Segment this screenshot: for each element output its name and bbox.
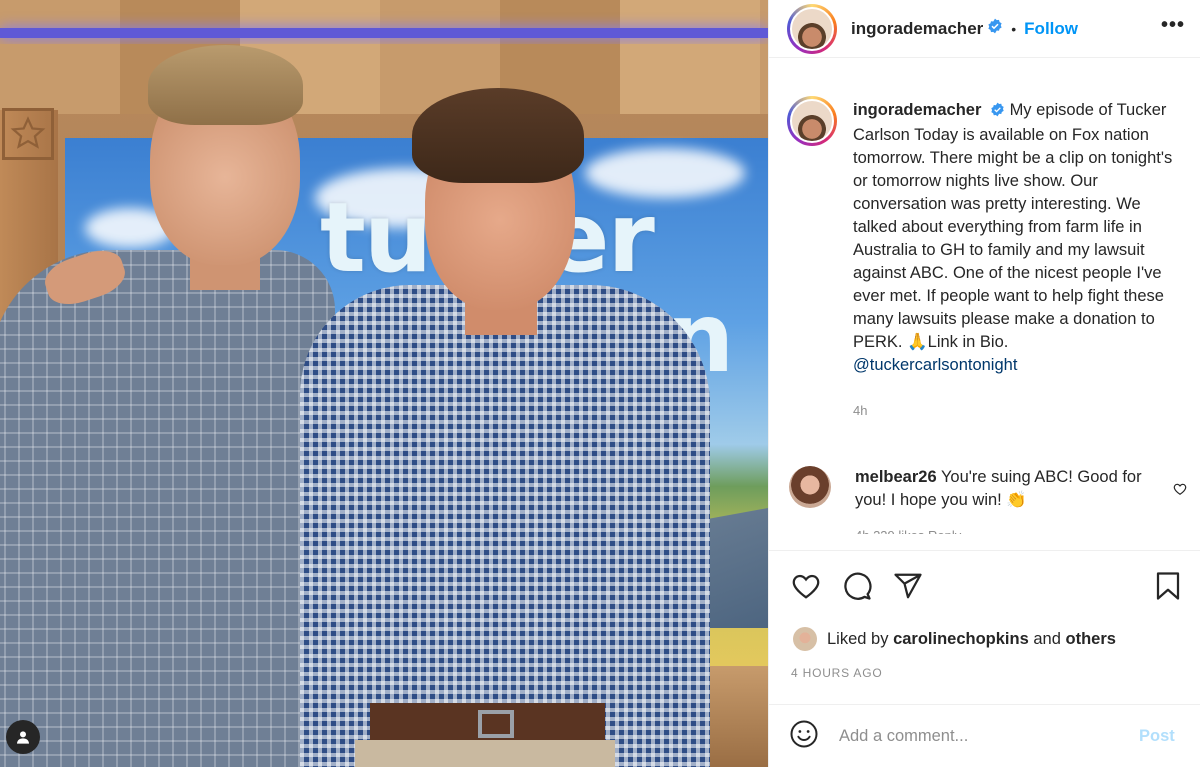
author-avatar[interactable] <box>787 3 837 54</box>
liked-by-user[interactable]: carolinechopkins <box>893 630 1029 649</box>
share-icon[interactable] <box>893 571 923 606</box>
pants <box>355 740 615 767</box>
wood-wall <box>0 44 768 114</box>
caption-text: My episode of Tucker Carlson Today is av… <box>853 101 1173 351</box>
verified-badge-icon <box>990 101 1005 124</box>
liked-by-row: Liked by carolinechopkins and others <box>793 627 1116 651</box>
ellipsis-icon[interactable]: ••• <box>1161 15 1185 35</box>
person-left-hair <box>148 45 303 125</box>
bookmark-icon[interactable] <box>1153 571 1183 606</box>
caption-timestamp[interactable]: 4h <box>853 399 1189 422</box>
like-comment-icon[interactable] <box>1173 482 1187 501</box>
heart-icon[interactable] <box>791 571 821 606</box>
commenter-avatar[interactable] <box>789 466 831 508</box>
caption-mention-link[interactable]: @tuckercarlsontonight <box>853 356 1017 374</box>
star-emblem-icon <box>2 108 54 160</box>
post-comment-button[interactable]: Post <box>1139 727 1175 746</box>
liked-by-others[interactable]: others <box>1066 630 1116 649</box>
person-right-shirt <box>300 285 710 767</box>
caption-avatar[interactable] <box>787 96 837 146</box>
add-comment-bar: Post <box>769 704 1200 767</box>
liked-by-and: and <box>1033 629 1061 648</box>
person-right-hair <box>412 88 584 183</box>
follow-button[interactable]: Follow <box>1024 19 1078 39</box>
comment-meta[interactable]: 4h 239 likes Reply <box>855 524 1155 534</box>
liked-by-prefix: Liked by <box>827 629 889 648</box>
comment-icon[interactable] <box>842 571 872 606</box>
liker-avatar[interactable] <box>793 627 817 651</box>
caption-body: ingorademacher My episode of Tucker Carl… <box>853 99 1189 422</box>
neon-light-strip <box>0 28 768 38</box>
caption-username[interactable]: ingorademacher <box>853 101 981 119</box>
comment-body: melbear26 You're suing ABC! Good for you… <box>855 466 1155 534</box>
commenter-username[interactable]: melbear26 <box>855 468 937 486</box>
belt-buckle <box>478 710 514 738</box>
post-side-panel: ingorademacher • Follow ••• ingorademach… <box>768 0 1200 767</box>
add-comment-input[interactable] <box>839 726 1129 746</box>
post-header: ingorademacher • Follow ••• <box>769 0 1200 58</box>
person-left-shirt <box>0 250 335 767</box>
verified-badge-icon <box>987 18 1003 39</box>
user-tag-icon[interactable] <box>6 720 40 754</box>
emoji-icon[interactable] <box>789 719 819 754</box>
post-photo[interactable]: tucker on <box>0 0 768 767</box>
post-age[interactable]: 4 HOURS AGO <box>791 666 883 680</box>
separator: • <box>1011 20 1017 37</box>
author-username[interactable]: ingorademacher <box>851 19 983 39</box>
comment-item: melbear26 You're suing ABC! Good for you… <box>789 466 1189 534</box>
caption: ingorademacher My episode of Tucker Carl… <box>787 96 1197 422</box>
post-actions: Liked by carolinechopkins and others 4 H… <box>769 550 1200 680</box>
